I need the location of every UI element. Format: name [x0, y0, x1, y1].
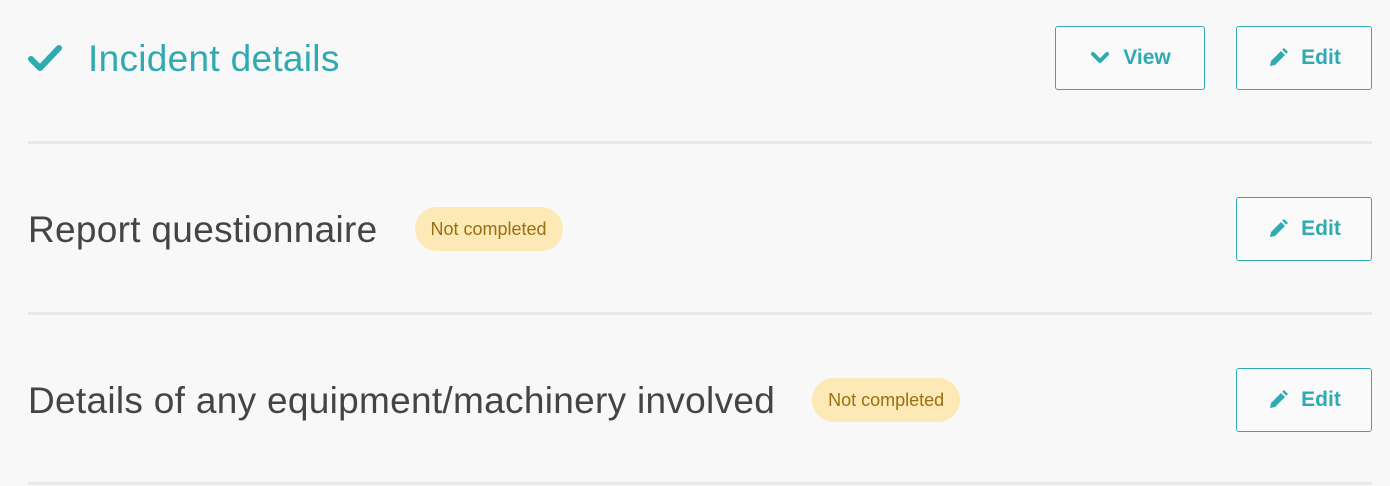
section-title: Incident details [88, 37, 340, 79]
view-button[interactable]: View [1055, 26, 1205, 90]
edit-button-label: Edit [1301, 46, 1341, 69]
check-icon [28, 41, 62, 75]
section-title: Report questionnaire [28, 208, 378, 250]
section-incident-details: Incident details View Edit [28, 25, 1372, 91]
divider [28, 482, 1372, 485]
section-equipment-details: Details of any equipment/machinery invol… [28, 367, 1372, 433]
edit-button-label: Edit [1301, 388, 1341, 411]
divider [28, 141, 1372, 144]
edit-button[interactable]: Edit [1236, 368, 1372, 432]
status-badge: Not completed [812, 378, 961, 422]
chevron-down-icon [1089, 47, 1111, 69]
section-report-questionnaire: Report questionnaire Not completed Edit [28, 196, 1372, 262]
pencil-icon [1267, 47, 1289, 69]
view-button-label: View [1123, 46, 1171, 69]
status-badge: Not completed [414, 207, 563, 251]
edit-button-label: Edit [1301, 217, 1341, 240]
divider [28, 312, 1372, 315]
section-title: Details of any equipment/machinery invol… [28, 379, 776, 421]
edit-button[interactable]: Edit [1236, 26, 1372, 90]
edit-button[interactable]: Edit [1236, 197, 1372, 261]
pencil-icon [1267, 389, 1289, 411]
pencil-icon [1267, 218, 1289, 240]
